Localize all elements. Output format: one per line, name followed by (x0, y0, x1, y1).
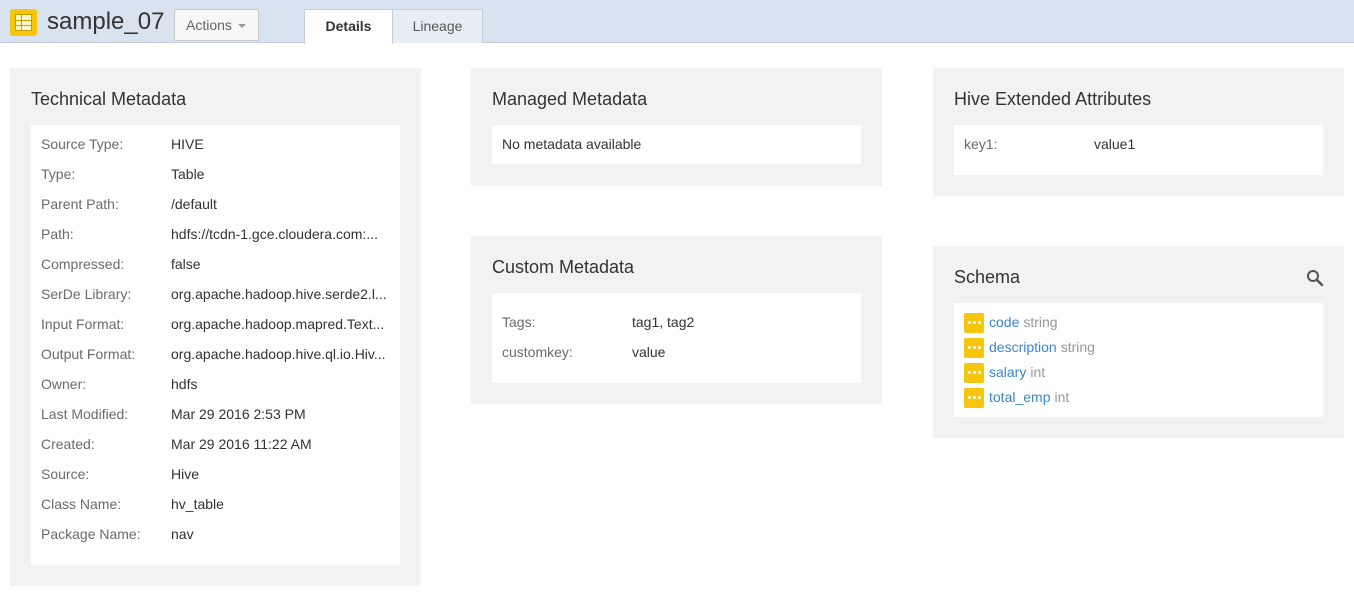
technical-metadata-key: Package Name: (41, 526, 141, 542)
custom-metadata-value: value (632, 344, 666, 360)
hive-extended-attributes-panel: Hive Extended Attributes key1: value1 (933, 68, 1344, 196)
schema-column-name[interactable]: code (989, 314, 1019, 330)
schema-panel: Schema code string description string salary… (933, 246, 1344, 438)
technical-metadata-value: hdfs (171, 376, 198, 392)
technical-metadata-key: Input Format: (41, 316, 125, 332)
technical-metadata-key: Parent Path: (41, 196, 119, 212)
column-icon (964, 313, 984, 333)
technical-metadata-key: Source Type: (41, 136, 124, 152)
technical-metadata-value: Mar 29 2016 2:53 PM (171, 406, 306, 422)
technical-metadata-value: hv_table (171, 496, 224, 512)
technical-metadata-key: Last Modified: (41, 406, 129, 422)
empty-metadata-text: No metadata available (502, 136, 642, 152)
technical-metadata-key: Owner: (41, 376, 87, 392)
column-icon (964, 338, 984, 358)
page-header: sample_07 Actions Details Lineage (0, 0, 1354, 44)
technical-metadata-value: Table (171, 166, 205, 182)
technical-metadata-value: nav (171, 526, 194, 542)
custom-metadata-panel: Custom Metadata Tags: tag1, tag2 customkey… (471, 236, 882, 404)
technical-metadata-key: Source: (41, 466, 90, 482)
schema-column-name-link[interactable]: code string (989, 314, 1058, 330)
technical-metadata-value: /default (171, 196, 217, 212)
column-icon (964, 363, 984, 383)
schema-column-type: string (1023, 314, 1058, 330)
technical-metadata-title: Technical Metadata (31, 89, 187, 109)
actions-button-label: Actions (186, 17, 232, 33)
technical-metadata-value: Mar 29 2016 11:22 AM (171, 436, 312, 452)
tab-lineage[interactable]: Lineage (392, 9, 483, 43)
schema-column-name[interactable]: salary (989, 364, 1026, 380)
technical-metadata-list: Source Type: HIVE Type: Table Parent Path: /d… (31, 125, 400, 565)
technical-metadata-key: Type: (41, 166, 76, 182)
technical-metadata-key: Output Format: (41, 346, 136, 362)
schema-title: Schema (954, 267, 1021, 287)
hive-extended-value: value1 (1094, 136, 1136, 152)
managed-metadata-panel: Managed Metadata No metadata available (471, 68, 882, 186)
custom-metadata-key: customkey: (502, 344, 573, 360)
schema-column-name-link[interactable]: total_emp int (989, 389, 1069, 405)
actions-button[interactable]: Actions (174, 9, 259, 41)
column-icon (964, 388, 984, 408)
hive-extended-attributes-list: key1: value1 (954, 125, 1323, 175)
schema-column-name[interactable]: total_emp (989, 389, 1050, 405)
managed-metadata-title: Managed Metadata (492, 89, 648, 109)
technical-metadata-key: Class Name: (41, 496, 122, 512)
schema-column-type: int (1054, 389, 1070, 405)
schema-column-name-link[interactable]: salary int (989, 364, 1045, 380)
page-title: sample_07 (47, 8, 165, 35)
technical-metadata-value: HIVE (171, 136, 204, 152)
schema-column-type: int (1030, 364, 1046, 380)
custom-metadata-title: Custom Metadata (492, 257, 635, 277)
technical-metadata-key: Created: (41, 436, 95, 452)
technical-metadata-value: org.apache.hadoop.hive.serde2.l... (171, 286, 387, 302)
technical-metadata-value: org.apache.hadoop.mapred.Text... (171, 316, 385, 332)
technical-metadata-key: Compressed: (41, 256, 125, 272)
caret-down-icon (238, 24, 246, 28)
schema-column-list: code string description string salary int tota… (954, 303, 1323, 417)
schema-column-name[interactable]: description (989, 339, 1057, 355)
table-icon (10, 9, 37, 36)
technical-metadata-key: SerDe Library: (41, 286, 132, 302)
technical-metadata-value: hdfs://tcdn-1.gce.cloudera.com:... (171, 226, 378, 242)
custom-metadata-value: tag1, tag2 (632, 314, 695, 330)
managed-metadata-body: No metadata available (492, 125, 861, 164)
technical-metadata-value: org.apache.hadoop.hive.ql.io.Hiv... (171, 346, 386, 362)
technical-metadata-value: false (171, 256, 201, 272)
schema-column-type: string (1060, 339, 1095, 355)
schema-column-name-link[interactable]: description string (989, 339, 1095, 355)
technical-metadata-value: Hive (171, 466, 200, 482)
hive-extended-key: key1: (964, 136, 998, 152)
hive-extended-attributes-title: Hive Extended Attributes (954, 89, 1152, 109)
search-icon[interactable] (1306, 269, 1324, 287)
technical-metadata-panel: Technical Metadata Source Type: HIVE Type:… (10, 68, 421, 586)
custom-metadata-key: Tags: (502, 314, 536, 330)
technical-metadata-key: Path: (41, 226, 74, 242)
tab-details[interactable]: Details (304, 9, 393, 44)
custom-metadata-list: Tags: tag1, tag2 customkey: value (492, 293, 861, 383)
